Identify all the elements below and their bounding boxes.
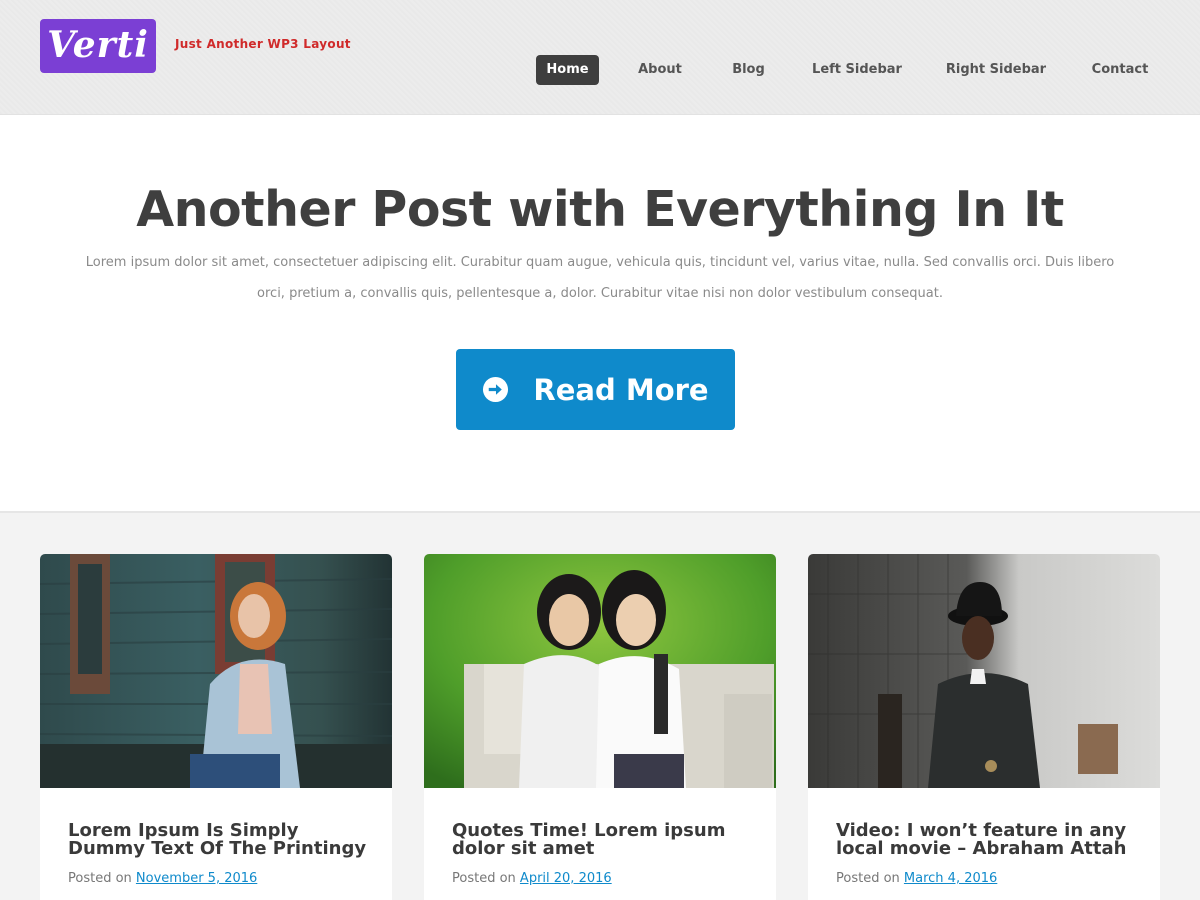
nav-item-blog[interactable]: Blog [725, 55, 772, 85]
post-meta: Posted on April 20, 2016 [452, 871, 612, 886]
featured-post: Another Post with Everything In It Lorem… [0, 115, 1200, 513]
post-title[interactable]: Video: I won’t feature in any local movi… [836, 822, 1136, 858]
post-meta: Posted on March 4, 2016 [836, 871, 997, 886]
posted-on-label: Posted on [836, 871, 900, 886]
post-title[interactable]: Lorem Ipsum Is Simply Dummy Text Of The … [68, 822, 368, 858]
post-date-link[interactable]: March 4, 2016 [904, 871, 997, 886]
site-tagline: Just Another WP3 Layout [175, 37, 351, 51]
site-logo[interactable]: Verti [40, 19, 156, 73]
post-thumbnail-man-hat[interactable] [808, 554, 1160, 788]
post-card: Lorem Ipsum Is Simply Dummy Text Of The … [40, 554, 392, 900]
site-header: Verti Just Another WP3 Layout Home About… [0, 0, 1200, 115]
nav-item-contact[interactable]: Contact [1087, 55, 1153, 85]
post-thumbnail-woman-denim[interactable] [40, 554, 392, 788]
featured-post-excerpt: Lorem ipsum dolor sit amet, consectetuer… [85, 255, 1115, 301]
post-date-link[interactable]: November 5, 2016 [136, 871, 257, 886]
read-more-button[interactable]: Read More [456, 349, 735, 430]
posted-on-label: Posted on [68, 871, 132, 886]
post-title[interactable]: Quotes Time! Lorem ipsum dolor sit amet [452, 822, 752, 858]
posted-on-label: Posted on [452, 871, 516, 886]
nav-item-left-sidebar[interactable]: Left Sidebar [810, 55, 904, 85]
read-more-label: Read More [533, 372, 709, 407]
featured-post-title[interactable]: Another Post with Everything In It [0, 181, 1200, 238]
arrow-circle-right-icon [483, 376, 509, 403]
post-meta: Posted on November 5, 2016 [68, 871, 257, 886]
nav-item-home[interactable]: Home [536, 55, 599, 85]
post-date-link[interactable]: April 20, 2016 [520, 871, 612, 886]
post-card: Quotes Time! Lorem ipsum dolor sit amet … [424, 554, 776, 900]
nav-item-right-sidebar[interactable]: Right Sidebar [944, 55, 1048, 85]
nav-item-about[interactable]: About [630, 55, 690, 85]
post-card: Video: I won’t feature in any local movi… [808, 554, 1160, 900]
post-thumbnail-two-girls[interactable] [424, 554, 776, 788]
